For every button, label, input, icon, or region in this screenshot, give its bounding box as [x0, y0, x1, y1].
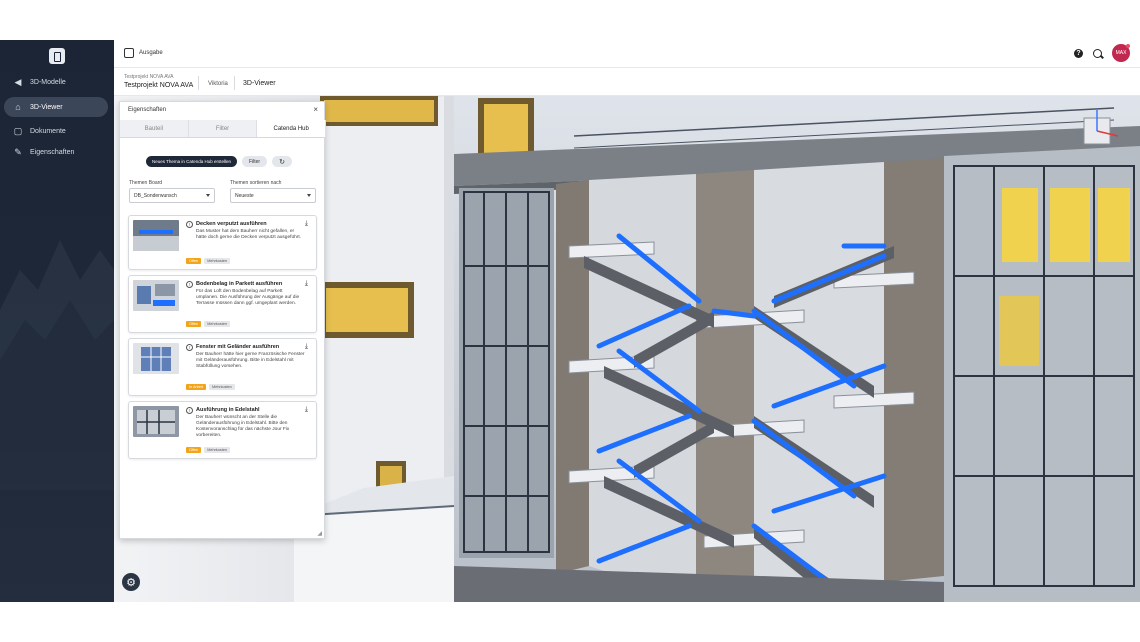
breadcrumb-divider: [234, 76, 235, 90]
sort-label: Themen sortieren nach: [230, 180, 282, 186]
new-topic-button[interactable]: Neues Thema in Catenda Hub erstellen: [146, 156, 237, 167]
topic-title: Fenster mit Geländer ausführen: [196, 344, 280, 350]
topic-card[interactable]: ! Ausführung in Edelstahl Der Bauherr wü…: [128, 401, 317, 459]
topic-badges: In Arbeit Mehrkosten: [186, 384, 235, 390]
app-window: ◀ 3D-Modelle ⌂ 3D-Viewer ▢ Dokumente ✎ E…: [0, 40, 1140, 602]
properties-panel: Eigenschaften × Bauteil Filter Catenda H…: [119, 101, 327, 539]
panel-title: Eigenschaften: [128, 107, 167, 113]
avatar[interactable]: MAX: [1112, 44, 1130, 62]
sidebar: ◀ 3D-Modelle ⌂ 3D-Viewer ▢ Dokumente ✎ E…: [0, 40, 114, 602]
status-badge: Offen: [186, 447, 202, 453]
topic-description: Für das Loft den Bodenbelag auf Parkett …: [196, 289, 300, 306]
info-icon: !: [186, 344, 193, 351]
breadcrumb-current: 3D-Viewer: [243, 80, 276, 87]
sidebar-item-label: Eigenschaften: [30, 148, 75, 156]
box-icon: [124, 48, 134, 58]
refresh-icon[interactable]: ↻: [272, 156, 293, 167]
info-icon: !: [186, 221, 193, 228]
download-icon[interactable]: ⤓: [305, 220, 308, 228]
project-name: Testprojekt NOVA AVA: [124, 82, 194, 89]
app-logo[interactable]: [49, 48, 65, 64]
help-icon[interactable]: ?: [1074, 48, 1083, 58]
panel-actions: Neues Thema in Catenda Hub erstellen Fil…: [146, 156, 293, 167]
sidebar-item-label: 3D-Viewer: [30, 103, 63, 111]
pencil-icon: ✎: [14, 146, 22, 157]
home-icon: ⌂: [15, 102, 21, 112]
breadcrumb: Testprojekt NOVA AVA Testprojekt NOVA AV…: [114, 68, 1140, 96]
topic-thumbnail: [133, 406, 179, 437]
board-select[interactable]: DB_Sonderwunsch: [129, 188, 215, 203]
output-menu[interactable]: Ausgabe: [124, 48, 163, 58]
search-icon[interactable]: [1093, 48, 1102, 58]
topic-badges: Offen Mehrkosten: [186, 321, 231, 327]
breadcrumb-item[interactable]: Viktoria: [208, 81, 228, 87]
topic-thumbnail: [133, 220, 179, 251]
sort-select-value: Neueste: [235, 192, 254, 199]
sidebar-item-label: 3D-Modelle: [30, 78, 66, 86]
topic-badges: Offen Mehrkosten: [186, 447, 231, 453]
download-icon[interactable]: ⤓: [305, 280, 308, 288]
topic-title: Decken verputzt ausführen: [196, 221, 267, 227]
panel-tabs: Bauteil Filter Catenda Hub: [120, 120, 327, 138]
topic-description: Das Muster hat dem Bauherr nicht gefalle…: [196, 229, 302, 240]
tab-catenda-hub[interactable]: Catenda Hub: [257, 120, 327, 137]
sidebar-item-label: Dokumente: [30, 127, 66, 135]
info-icon: !: [186, 407, 193, 414]
close-icon[interactable]: ×: [313, 105, 318, 114]
info-icon: !: [186, 281, 193, 288]
label-badge: Mehrkosten: [204, 447, 231, 453]
sidebar-item-dokumente[interactable]: ▢ Dokumente: [4, 121, 108, 141]
filter-button[interactable]: Filter: [241, 156, 268, 167]
tab-bauteil[interactable]: Bauteil: [120, 120, 189, 137]
board-select-value: DB_Sonderwunsch: [134, 192, 177, 199]
topic-title: Bodenbelag in Parkett ausführen: [196, 281, 283, 287]
status-badge: In Arbeit: [186, 384, 206, 390]
topic-card[interactable]: ! Fenster mit Geländer ausführen Der Bau…: [128, 338, 317, 396]
sidebar-item-3d-viewer[interactable]: ⌂ 3D-Viewer: [4, 97, 108, 117]
chevron-down-icon: [307, 194, 311, 197]
output-label: Ausgabe: [139, 50, 163, 56]
topic-description: Der Bauherr hätte hier gerne Französisch…: [196, 352, 305, 369]
label-badge: Mehrkosten: [208, 384, 235, 390]
breadcrumb-divider: [198, 76, 199, 90]
settings-gear-icon[interactable]: ⚙: [122, 573, 140, 591]
chevron-down-icon: [206, 194, 210, 197]
status-badge: Offen: [186, 258, 202, 264]
status-badge: Offen: [186, 321, 202, 327]
topic-description: Der Bauherr wünscht an der Stelle die Ge…: [196, 415, 290, 438]
tab-filter[interactable]: Filter: [189, 120, 258, 137]
avatar-initials: MAX: [1115, 50, 1127, 56]
topic-card[interactable]: ! Bodenbelag in Parkett ausführen Für da…: [128, 275, 317, 333]
topic-title: Ausführung in Edelstahl: [196, 407, 260, 413]
document-icon: ▢: [13, 125, 23, 136]
mountain-background: [0, 240, 114, 490]
back-arrow-icon: ◀: [14, 76, 22, 87]
resize-handle[interactable]: ◢: [317, 530, 322, 537]
sort-select[interactable]: Neueste: [230, 188, 316, 203]
topic-thumbnail: [133, 343, 179, 374]
sidebar-item-eigenschaften[interactable]: ✎ Eigenschaften: [4, 142, 108, 162]
project-caption: Testprojekt NOVA AVA: [124, 74, 174, 80]
label-badge: Mehrkosten: [204, 258, 231, 264]
board-label: Themen Board: [129, 180, 163, 186]
topic-thumbnail: [133, 280, 179, 311]
topic-badges: Offen Mehrkosten: [186, 258, 231, 264]
label-badge: Mehrkosten: [204, 321, 231, 327]
top-right-tools: ? MAX: [1074, 44, 1130, 62]
topic-card[interactable]: ! Decken verputzt ausführen Das Muster h…: [128, 215, 317, 270]
sidebar-item-3d-modelle[interactable]: ◀ 3D-Modelle: [4, 72, 108, 92]
top-bar: Ausgabe ? MAX: [114, 40, 1140, 68]
download-icon[interactable]: ⤓: [305, 406, 308, 414]
download-icon[interactable]: ⤓: [305, 343, 308, 351]
breadcrumb-project[interactable]: Testprojekt NOVA AVA Testprojekt NOVA AV…: [124, 74, 193, 89]
